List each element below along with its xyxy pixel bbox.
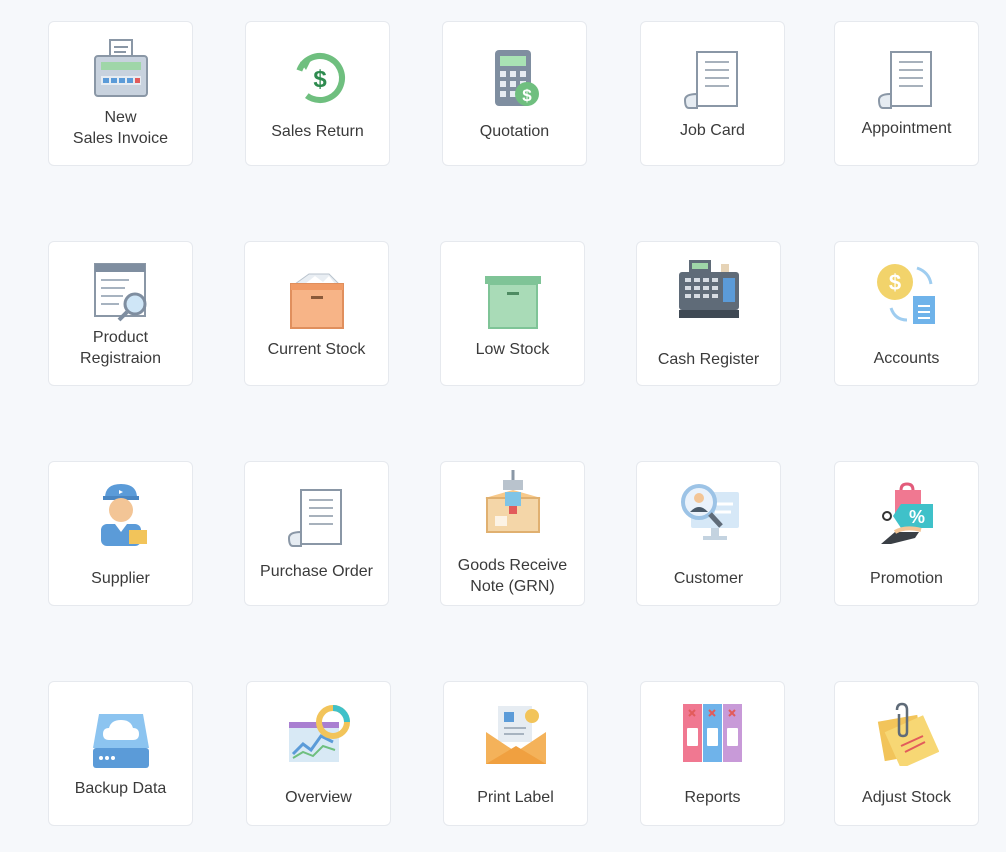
analytics-chart-icon bbox=[288, 705, 350, 762]
tile-label: Supplier bbox=[91, 570, 150, 587]
tile-label: Quotation bbox=[479, 123, 550, 140]
tile-label: Appointment bbox=[861, 120, 952, 137]
dollar-document-exchange-icon: $ bbox=[876, 264, 935, 324]
open-box-icon bbox=[289, 273, 344, 329]
tile-purchase-order[interactable]: Purchase Order bbox=[244, 461, 389, 606]
document-search-icon bbox=[93, 263, 146, 322]
crane-box-icon bbox=[484, 470, 541, 533]
tile-label: Print Label bbox=[477, 789, 554, 806]
svg-text:$: $ bbox=[522, 86, 532, 105]
envelope-label-icon bbox=[485, 706, 546, 764]
tile-reports[interactable]: Reports bbox=[640, 681, 785, 826]
tile-backup-data[interactable]: Backup Data bbox=[48, 681, 193, 826]
tile-label: Promotion bbox=[870, 570, 943, 587]
tile-overview[interactable]: Overview bbox=[246, 681, 391, 826]
tile-job-card[interactable]: Job Card bbox=[640, 21, 785, 166]
tile-promotion[interactable]: % Promotion bbox=[834, 461, 979, 606]
tile-appointment[interactable]: Appointment bbox=[834, 21, 979, 166]
tile-label: Job Card bbox=[680, 122, 745, 139]
receipt-paper-icon bbox=[683, 51, 738, 109]
tile-low-stock[interactable]: Low Stock bbox=[440, 241, 585, 386]
tile-label: Accounts bbox=[873, 350, 940, 367]
delivery-man-icon bbox=[100, 484, 147, 546]
tile-label: Sales Return bbox=[271, 123, 364, 140]
refund-dollar-icon: $ bbox=[294, 53, 345, 103]
tile-goods-receive-note[interactable]: Goods Receive Note (GRN) bbox=[440, 461, 585, 606]
sticky-notes-clip-icon bbox=[877, 702, 939, 766]
tile-supplier[interactable]: Supplier bbox=[48, 461, 193, 606]
tile-quotation[interactable]: $ Quotation bbox=[442, 21, 587, 166]
cash-register-icon bbox=[678, 260, 739, 318]
tile-accounts[interactable]: $ Accounts bbox=[834, 241, 979, 386]
cloud-drive-icon bbox=[92, 714, 149, 768]
tile-adjust-stock[interactable]: Adjust Stock bbox=[834, 681, 979, 826]
tile-label: Low Stock bbox=[475, 341, 550, 358]
cash-register-invoice-icon bbox=[93, 39, 148, 97]
calculator-dollar-icon: $ bbox=[494, 50, 539, 106]
tile-label: Reports bbox=[684, 789, 741, 806]
tile-product-registration[interactable]: Product Registraion bbox=[48, 241, 193, 386]
tile-new-sales-invoice[interactable]: New Sales Invoice bbox=[48, 21, 193, 166]
receipt-paper-icon bbox=[287, 489, 342, 547]
discount-tag-bag-icon: % bbox=[880, 482, 933, 544]
tile-print-label[interactable]: Print Label bbox=[443, 681, 588, 826]
svg-text:$: $ bbox=[313, 66, 327, 93]
tile-label: New Sales Invoice bbox=[72, 109, 169, 147]
tile-current-stock[interactable]: Current Stock bbox=[244, 241, 389, 386]
binders-icon bbox=[682, 704, 742, 762]
tile-label: Cash Register bbox=[657, 351, 760, 368]
tile-label: Backup Data bbox=[74, 780, 167, 797]
green-box-icon bbox=[484, 276, 541, 329]
tile-sales-return[interactable]: $ Sales Return bbox=[245, 21, 390, 166]
tile-label: Purchase Order bbox=[260, 563, 373, 580]
tile-customer[interactable]: Customer bbox=[636, 461, 781, 606]
tile-label: Customer bbox=[673, 570, 744, 587]
tile-label: Product Registraion bbox=[80, 329, 161, 367]
tile-cash-register[interactable]: Cash Register bbox=[636, 241, 781, 386]
tile-label: Current Stock bbox=[267, 341, 366, 358]
tile-label: Adjust Stock bbox=[862, 789, 951, 806]
svg-text:$: $ bbox=[888, 270, 900, 295]
svg-text:%: % bbox=[908, 507, 924, 527]
receipt-paper-icon bbox=[877, 51, 932, 109]
user-search-monitor-icon bbox=[680, 484, 739, 540]
tile-label: Goods Receive Note (GRN) bbox=[457, 557, 568, 595]
tile-label: Overview bbox=[285, 789, 352, 806]
